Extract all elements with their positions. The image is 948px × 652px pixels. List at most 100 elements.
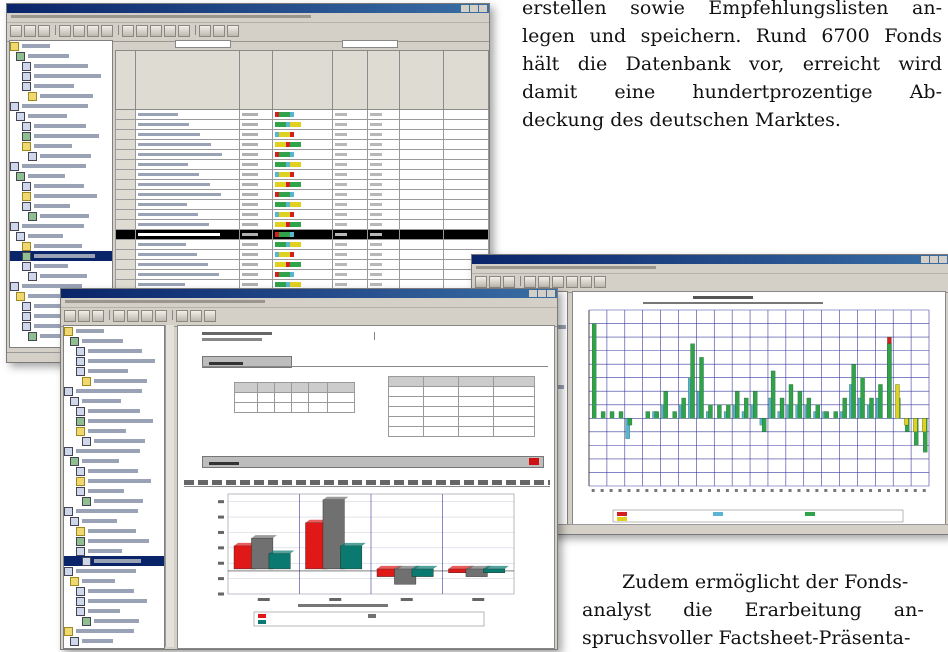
table-row[interactable] <box>114 219 489 230</box>
toolbar-button[interactable] <box>199 25 211 37</box>
tree-item[interactable] <box>64 536 164 546</box>
toolbar-button[interactable] <box>566 276 578 288</box>
toolbar-button[interactable] <box>38 25 50 37</box>
column-header[interactable] <box>239 50 273 110</box>
table-row[interactable] <box>114 209 489 220</box>
toolbar-button[interactable] <box>524 276 536 288</box>
performance-table[interactable] <box>388 376 535 437</box>
tree-item[interactable] <box>64 366 164 376</box>
tree-item[interactable] <box>64 636 164 646</box>
toolbar-button[interactable] <box>10 25 22 37</box>
tree-item[interactable] <box>10 91 112 101</box>
minimize-button[interactable] <box>461 5 469 12</box>
key-figures-table[interactable] <box>234 382 355 413</box>
tree-item[interactable] <box>10 191 112 201</box>
tree-item[interactable] <box>64 356 164 366</box>
toolbar-button[interactable] <box>538 276 550 288</box>
toolbar-button[interactable] <box>24 25 36 37</box>
toolbar-button[interactable] <box>580 276 592 288</box>
tree-item[interactable] <box>64 396 164 406</box>
tree-item[interactable] <box>10 121 112 131</box>
tree-item[interactable] <box>10 231 112 241</box>
toolbar-button[interactable] <box>503 276 515 288</box>
maximize-button[interactable] <box>538 290 546 297</box>
tree-item[interactable] <box>64 566 164 576</box>
toolbar-button[interactable] <box>101 25 113 37</box>
tree-item[interactable] <box>10 211 112 221</box>
table-row[interactable] <box>114 199 489 210</box>
tree-item[interactable] <box>64 346 164 356</box>
minimize-button[interactable] <box>529 290 537 297</box>
tree-item[interactable] <box>10 81 112 91</box>
close-button[interactable] <box>547 290 555 297</box>
toolbar-button[interactable] <box>122 25 134 37</box>
table-row[interactable] <box>114 149 489 160</box>
filter-field[interactable] <box>175 40 231 48</box>
tree-item[interactable] <box>64 506 164 516</box>
toolbar-button[interactable] <box>594 276 606 288</box>
table-row[interactable] <box>114 249 489 260</box>
toolbar-button[interactable] <box>204 310 216 322</box>
tree-item[interactable] <box>64 526 164 536</box>
toolbar-button[interactable] <box>155 310 167 322</box>
column-header[interactable] <box>271 50 334 110</box>
toolbar-button[interactable] <box>87 25 99 37</box>
table-row[interactable] <box>114 269 489 280</box>
tree-item[interactable] <box>64 516 164 526</box>
toolbar-button[interactable] <box>59 25 71 37</box>
tree-item[interactable] <box>10 181 112 191</box>
table-row[interactable] <box>114 179 489 190</box>
table-row[interactable] <box>114 239 489 250</box>
tree-item[interactable] <box>64 446 164 456</box>
tree-item[interactable] <box>10 171 112 181</box>
tree-item[interactable] <box>64 416 164 426</box>
table-row[interactable] <box>114 129 489 140</box>
toolbar-button[interactable] <box>552 276 564 288</box>
toolbar-button[interactable] <box>213 25 225 37</box>
tree-item[interactable] <box>64 626 164 636</box>
minimize-button[interactable] <box>921 256 929 263</box>
tree-item[interactable] <box>10 151 112 161</box>
tree-item[interactable] <box>64 386 164 396</box>
table-row[interactable] <box>114 159 489 170</box>
tree-item[interactable] <box>64 456 164 466</box>
tree-item[interactable] <box>10 111 112 121</box>
tree-item[interactable] <box>64 606 164 616</box>
tree-item[interactable] <box>10 51 112 61</box>
toolbar-button[interactable] <box>489 276 501 288</box>
tree-item[interactable] <box>64 326 164 336</box>
tree-item[interactable] <box>10 201 112 211</box>
tree-item[interactable] <box>64 546 164 556</box>
tree-item[interactable] <box>64 476 164 486</box>
tree-item[interactable] <box>10 41 112 51</box>
toolbar-button[interactable] <box>113 310 125 322</box>
table-row[interactable] <box>114 169 489 180</box>
tree-item[interactable] <box>64 556 164 566</box>
tree-item[interactable] <box>10 261 112 271</box>
column-header[interactable] <box>442 50 489 110</box>
toolbar-button[interactable] <box>176 310 188 322</box>
toolbar-button[interactable] <box>73 25 85 37</box>
tree-item[interactable] <box>64 616 164 626</box>
tree-item[interactable] <box>64 376 164 386</box>
table-row[interactable] <box>114 109 489 120</box>
tree-item[interactable] <box>64 496 164 506</box>
tree-item[interactable] <box>64 586 164 596</box>
toolbar-button[interactable] <box>92 310 104 322</box>
tree-item[interactable] <box>10 251 112 261</box>
close-button[interactable] <box>479 5 487 12</box>
toolbar-button[interactable] <box>190 310 202 322</box>
toolbar-button[interactable] <box>164 25 176 37</box>
toolbar-button[interactable] <box>178 25 190 37</box>
table-row[interactable] <box>114 189 489 200</box>
toolbar-button[interactable] <box>150 25 162 37</box>
toolbar-button[interactable] <box>227 25 239 37</box>
close-button[interactable] <box>939 256 947 263</box>
toolbar-button[interactable] <box>475 276 487 288</box>
tree-item[interactable] <box>64 336 164 346</box>
toolbar-button[interactable] <box>78 310 90 322</box>
filter-field[interactable] <box>342 40 399 48</box>
maximize-button[interactable] <box>930 256 938 263</box>
tree-item[interactable] <box>64 486 164 496</box>
tree-item[interactable] <box>64 576 164 586</box>
